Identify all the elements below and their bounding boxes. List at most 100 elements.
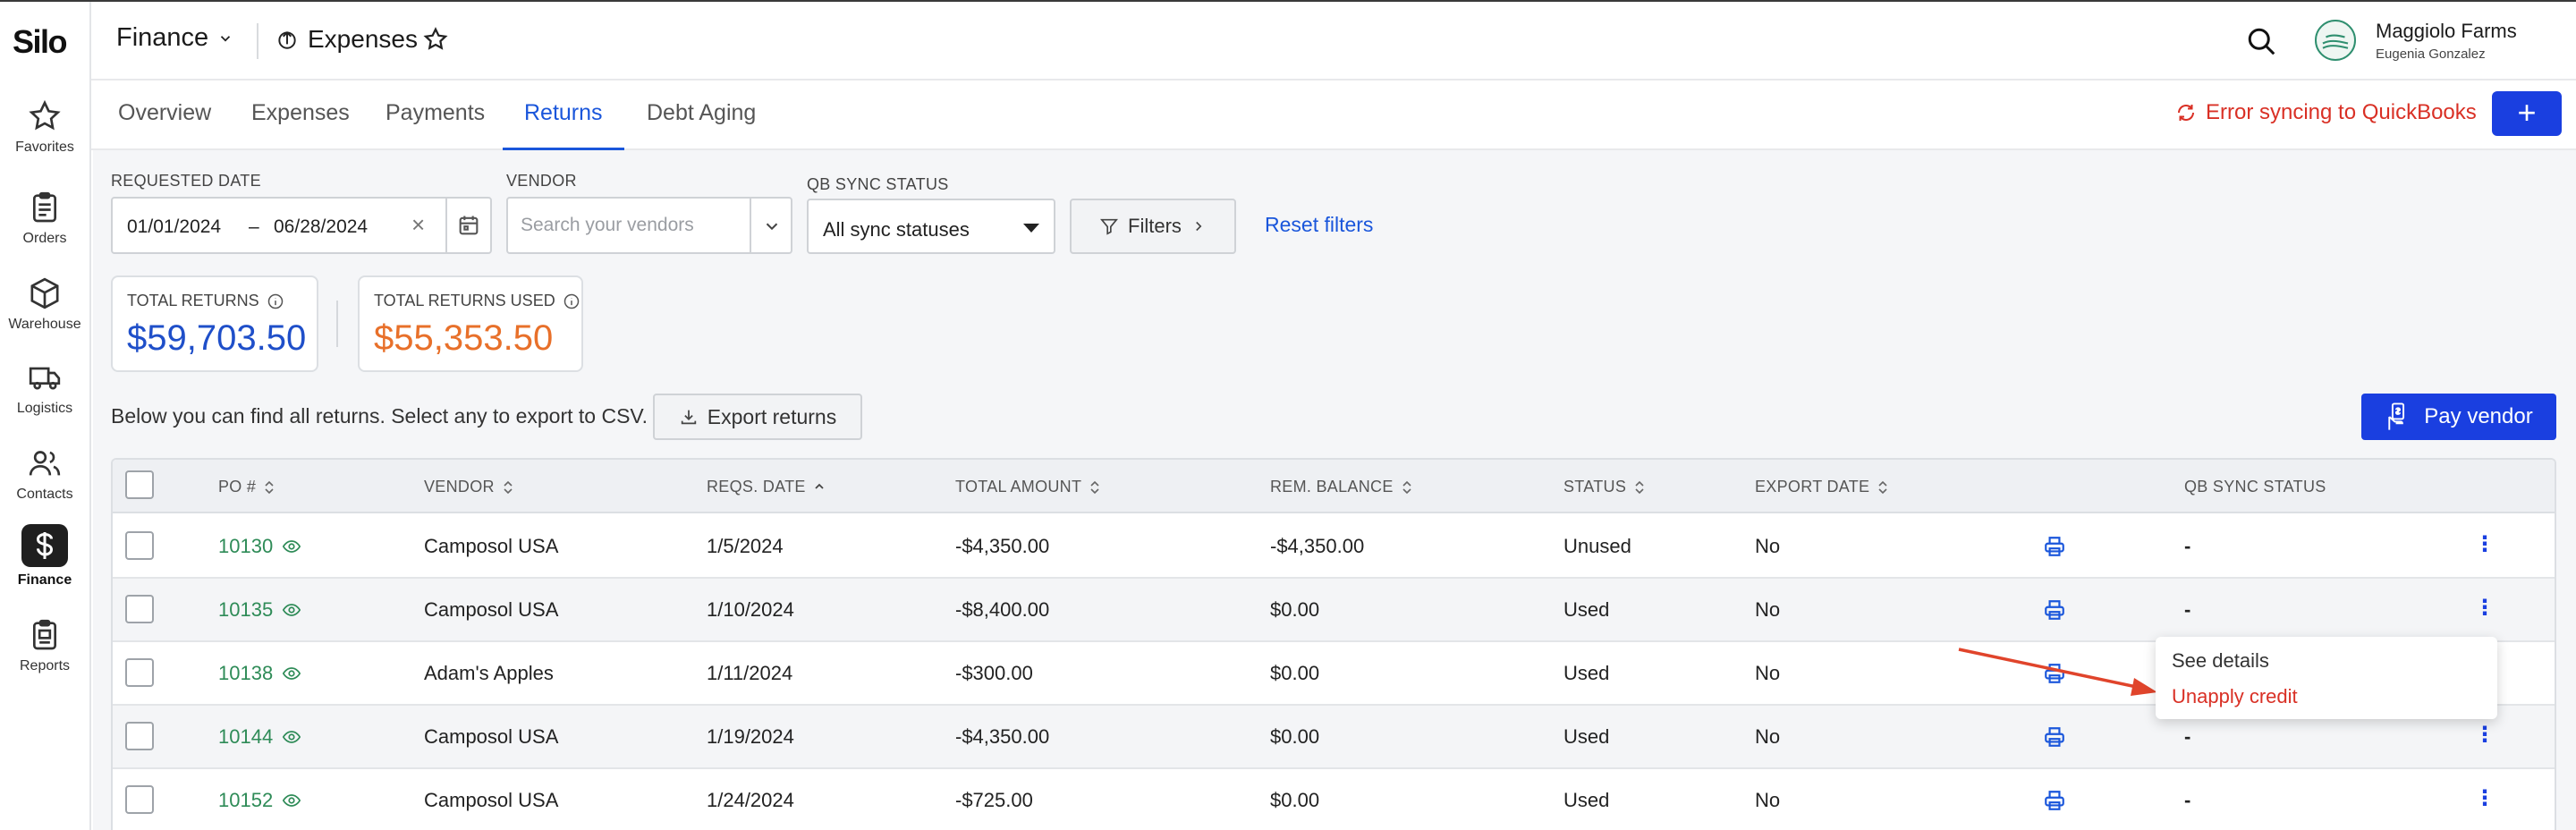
- eye-icon[interactable]: [282, 727, 301, 747]
- qb-sync-cell: -: [2184, 725, 2191, 748]
- info-icon[interactable]: [267, 292, 284, 310]
- row-more-icon[interactable]: ⋮: [2474, 531, 2496, 557]
- column-header-qb-sync-status: QB SYNC STATUS: [2184, 478, 2326, 496]
- po-link[interactable]: 10130: [218, 535, 301, 558]
- sidebar-item-reports[interactable]: Reports: [0, 617, 89, 674]
- column-header-status[interactable]: STATUS: [1563, 478, 1646, 496]
- app-logo[interactable]: Silo: [13, 23, 68, 61]
- total-returns-used-label: TOTAL RETURNS USED: [374, 292, 580, 310]
- reset-filters-link[interactable]: Reset filters: [1265, 213, 1373, 237]
- row-checkbox[interactable]: [125, 595, 154, 623]
- column-header-rem-balance[interactable]: REM. BALANCE: [1270, 478, 1413, 496]
- sidebar-item-finance[interactable]: Finance: [0, 524, 89, 589]
- date-range-picker[interactable]: 01/01/2024 – 06/28/2024 ×: [111, 197, 492, 254]
- print-icon[interactable]: [2043, 725, 2066, 753]
- tab-debt-aging[interactable]: Debt Aging: [647, 100, 756, 150]
- qb-sync-cell: -: [2184, 598, 2191, 621]
- print-icon[interactable]: [2043, 789, 2066, 817]
- export-returns-button[interactable]: Export returns: [653, 394, 862, 440]
- sidebar-item-orders[interactable]: Orders: [0, 190, 89, 247]
- row-more-icon[interactable]: ⋮: [2474, 595, 2496, 621]
- row-checkbox[interactable]: [125, 658, 154, 687]
- total-amount-cell: -$725.00: [955, 789, 1033, 811]
- add-button[interactable]: +: [2492, 91, 2562, 136]
- qb-sync-status-value: All sync statuses: [823, 218, 970, 241]
- tab-returns[interactable]: Returns: [503, 100, 623, 150]
- table-row[interactable]: 10130 Camposol USA 1/5/2024 -$4,350.00 -…: [113, 515, 2555, 579]
- user-name: Maggiolo Farms: [2376, 20, 2517, 42]
- sidebar-item-warehouse[interactable]: Warehouse: [0, 275, 89, 333]
- total-returns-used-card: TOTAL RETURNS USED $55,353.50: [358, 275, 583, 372]
- select-all-checkbox[interactable]: [125, 470, 154, 499]
- top-header: Finance Expenses Maggiolo Farms Eugenia …: [91, 2, 2576, 80]
- vendor-search-input[interactable]: [521, 215, 735, 236]
- date-cell: 1/24/2024: [707, 789, 794, 811]
- qb-sync-status-select[interactable]: All sync statuses: [807, 199, 1055, 254]
- date-to[interactable]: 06/28/2024: [274, 216, 368, 238]
- filters-button[interactable]: Filters: [1070, 199, 1236, 254]
- hand-cash-icon: [2388, 402, 2405, 430]
- sidebar-item-favorites[interactable]: Favorites: [0, 98, 89, 156]
- total-amount-cell: -$300.00: [955, 662, 1033, 684]
- column-header-label: TOTAL AMOUNT: [955, 478, 1082, 495]
- vendor-search[interactable]: [506, 197, 792, 254]
- sync-error-link[interactable]: Error syncing to QuickBooks: [2175, 100, 2477, 125]
- tab-overview[interactable]: Overview: [118, 100, 211, 150]
- po-number: 10130: [218, 535, 274, 557]
- column-header-label: EXPORT DATE: [1755, 478, 1870, 495]
- search-icon[interactable]: [2245, 25, 2277, 62]
- date-cell: 1/19/2024: [707, 725, 794, 748]
- column-header-export-date[interactable]: EXPORT DATE: [1755, 478, 1889, 496]
- column-header-label: QB SYNC STATUS: [2184, 478, 2326, 495]
- sidebar-item-contacts[interactable]: Contacts: [0, 445, 89, 503]
- chevron-down-icon[interactable]: [762, 216, 782, 241]
- po-link[interactable]: 10138: [218, 662, 301, 685]
- info-icon[interactable]: [563, 292, 580, 310]
- header-divider: [257, 23, 258, 59]
- sidebar-item-logistics[interactable]: Logistics: [0, 360, 89, 417]
- clear-date-icon[interactable]: ×: [411, 211, 425, 239]
- tab-payments[interactable]: Payments: [386, 100, 485, 150]
- tab-expenses[interactable]: Expenses: [251, 100, 350, 150]
- calendar-icon[interactable]: [456, 213, 481, 242]
- date-cell: 1/11/2024: [707, 662, 793, 684]
- avatar[interactable]: [2315, 20, 2356, 61]
- filter-icon: [1100, 218, 1119, 235]
- column-header-po[interactable]: PO #: [218, 478, 275, 496]
- table-row[interactable]: 10152 Camposol USA 1/24/2024 -$725.00 $0…: [113, 769, 2555, 830]
- section-switcher[interactable]: Finance: [116, 23, 233, 53]
- po-link[interactable]: 10152: [218, 789, 301, 812]
- row-checkbox[interactable]: [125, 722, 154, 750]
- eye-icon[interactable]: [282, 664, 301, 683]
- table-row[interactable]: 10135 Camposol USA 1/10/2024 -$8,400.00 …: [113, 579, 2555, 642]
- column-header-label: REM. BALANCE: [1270, 478, 1394, 495]
- column-header-total-amount[interactable]: TOTAL AMOUNT: [955, 478, 1101, 496]
- page-title-text: Expenses: [308, 25, 418, 53]
- rem-balance-cell: $0.00: [1270, 662, 1320, 684]
- pay-vendor-button[interactable]: Pay vendor: [2361, 394, 2556, 440]
- eye-icon[interactable]: [282, 537, 301, 556]
- row-checkbox[interactable]: [125, 531, 154, 560]
- eye-icon[interactable]: [282, 600, 301, 620]
- column-header-vendor[interactable]: VENDOR: [424, 478, 514, 496]
- row-more-icon[interactable]: ⋮: [2474, 785, 2496, 811]
- see-details-menu-item[interactable]: See details: [2172, 649, 2269, 673]
- vendor-cell: Camposol USA: [424, 725, 559, 748]
- print-icon[interactable]: [2043, 598, 2066, 626]
- sort-icon: [1878, 480, 1887, 494]
- row-checkbox[interactable]: [125, 785, 154, 814]
- table-header: PO # VENDOR REQS. DATE TOTAL AMOUNT REM.…: [113, 460, 2555, 513]
- sort-icon: [1402, 480, 1411, 494]
- row-more-icon[interactable]: ⋮: [2474, 722, 2496, 748]
- favorite-star-icon[interactable]: [422, 26, 449, 57]
- date-from[interactable]: 01/01/2024: [127, 216, 221, 238]
- po-link[interactable]: 10135: [218, 598, 301, 622]
- print-icon[interactable]: [2043, 535, 2066, 563]
- column-header-reqs-date[interactable]: REQS. DATE: [707, 478, 826, 496]
- user-menu[interactable]: Maggiolo Farms Eugenia Gonzalez: [2376, 20, 2517, 62]
- eye-icon[interactable]: [282, 791, 301, 810]
- po-link[interactable]: 10144: [218, 725, 301, 749]
- sort-ascending-icon: [815, 483, 824, 489]
- total-amount-cell: -$4,350.00: [955, 725, 1050, 748]
- unapply-credit-menu-item[interactable]: Unapply credit: [2172, 685, 2298, 708]
